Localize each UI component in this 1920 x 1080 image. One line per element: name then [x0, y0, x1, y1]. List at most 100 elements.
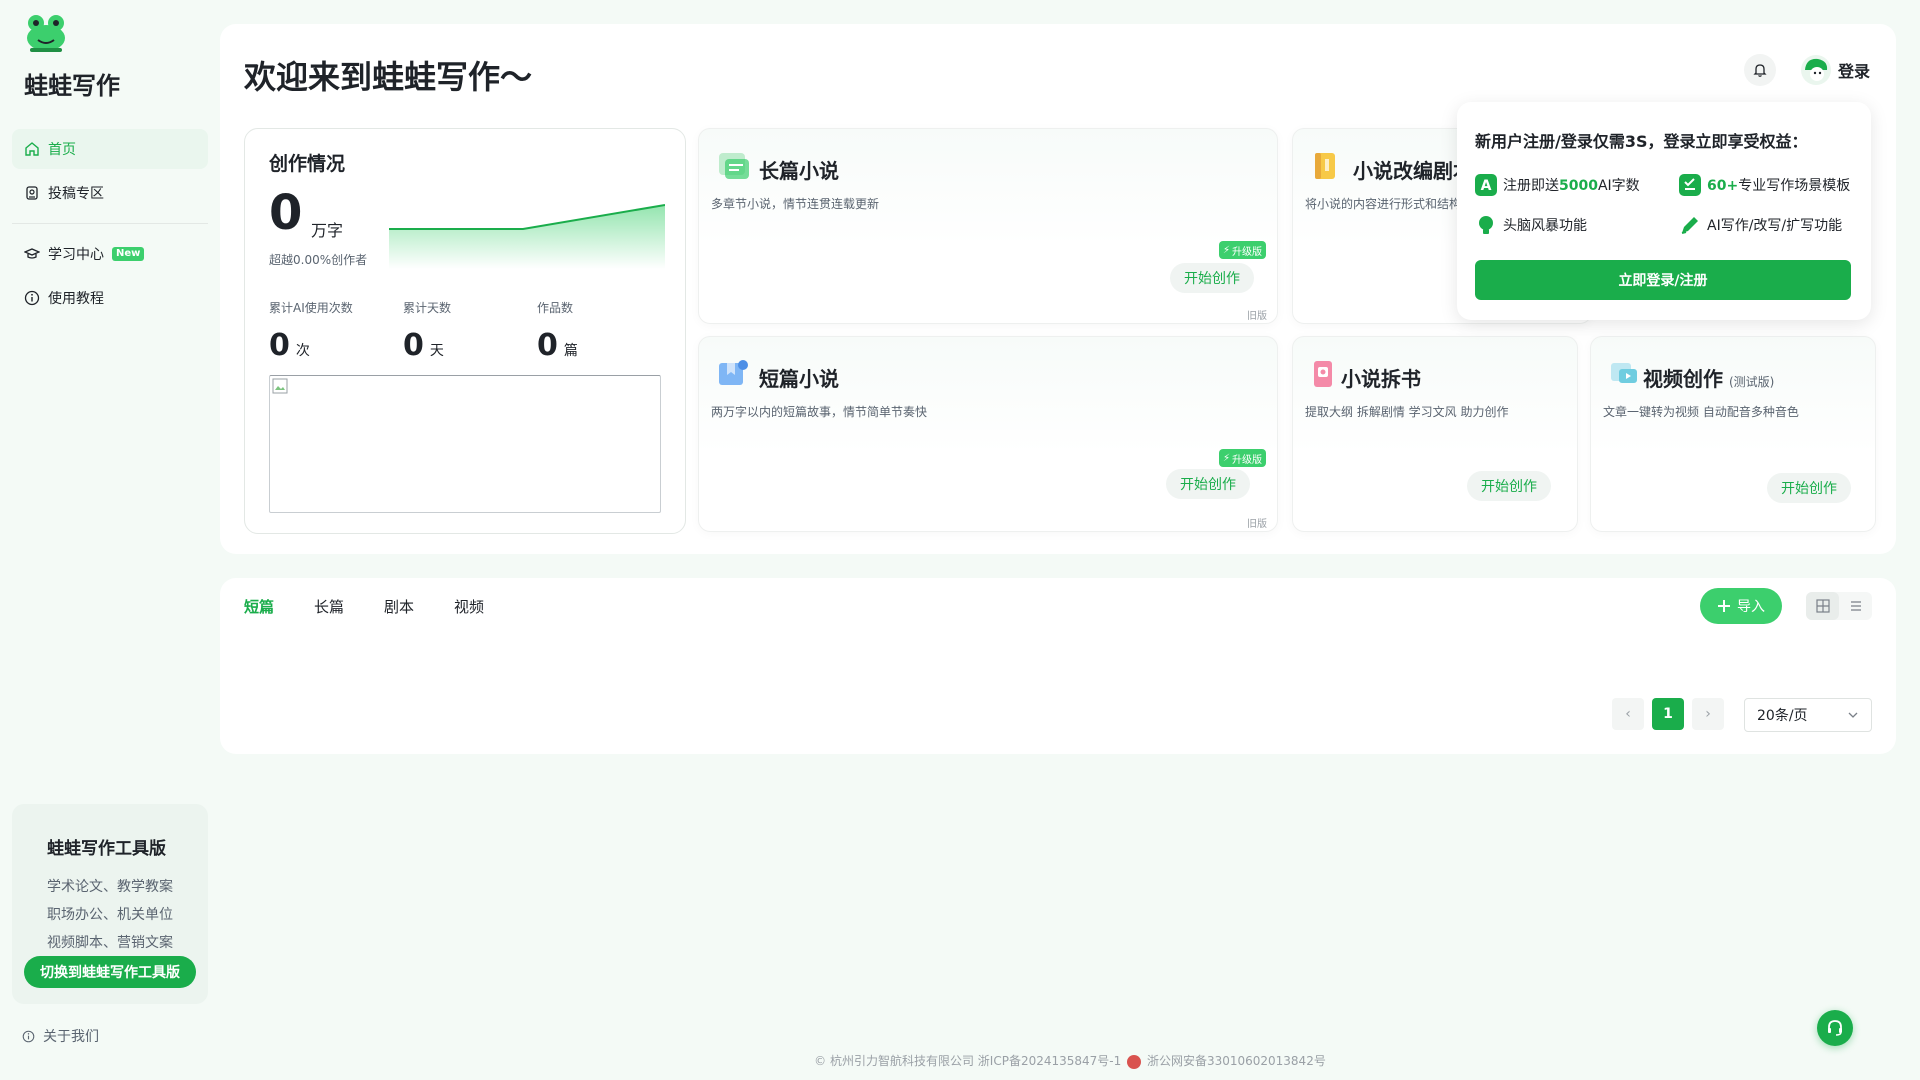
card-title: 小说改编剧本 — [1353, 159, 1473, 183]
page-number-button[interactable]: 1 — [1652, 698, 1684, 730]
police-badge-icon — [1127, 1054, 1142, 1069]
upgrade-badge-label: 升级版 — [1232, 246, 1263, 258]
login-register-button[interactable]: 立即登录/注册 — [1475, 260, 1851, 300]
popup-title: 新用户注册/登录仅需3S，登录立即享受权益： — [1475, 132, 1808, 151]
avatar — [1801, 55, 1831, 85]
login-area[interactable]: 登录 — [1800, 54, 1870, 86]
submit-icon — [26, 186, 38, 200]
long-novel-icon — [719, 153, 749, 179]
start-short-novel-button[interactable]: 开始创作 — [1166, 469, 1250, 499]
bell-icon — [1753, 64, 1767, 77]
prev-page-button[interactable]: ‹ — [1612, 698, 1644, 730]
old-version-link[interactable]: 旧版 — [1247, 307, 1267, 322]
perk-text: 注册即送 — [1503, 178, 1559, 194]
card-title: 短篇小说 — [759, 367, 839, 391]
tab-long[interactable]: 长篇 — [314, 596, 344, 617]
next-page-button[interactable]: › — [1692, 698, 1724, 730]
card-title-text: 视频创作 — [1643, 367, 1723, 391]
total-words: 0 — [269, 185, 303, 241]
metric-label: 作品数 — [537, 301, 574, 315]
footer-company: © 杭州引力智航科技有限公司 浙ICP备2024135847号-1 — [814, 1054, 1122, 1068]
frog-logo-icon[interactable] — [24, 14, 68, 58]
tab-video[interactable]: 视频 — [454, 596, 484, 617]
graduation-cap-icon — [24, 248, 40, 259]
start-long-novel-button[interactable]: 开始创作 — [1170, 263, 1254, 293]
new-badge: New — [112, 247, 145, 261]
card-desc: 将小说的内容进行形式和结构 — [1305, 197, 1462, 211]
customer-service-button[interactable] — [1817, 1010, 1853, 1046]
perk-ai-writing: AI写作/改写/扩写功能 — [1679, 214, 1842, 236]
bolt-icon: ⚡ — [1223, 452, 1231, 464]
upgrade-badge-label: 升级版 — [1232, 454, 1263, 466]
template-icon — [1679, 174, 1701, 196]
tab-short[interactable]: 短篇 — [244, 596, 274, 617]
footer-police[interactable]: 浙公网安备33010602013842号 — [1147, 1054, 1326, 1068]
grid-view-button[interactable] — [1806, 592, 1839, 620]
card-book-breakdown[interactable]: 小说拆书 提取大纲 拆解剧情 学习文风 助力创作 开始创作 — [1292, 336, 1578, 532]
perk-text: 专业写作场景模板 — [1738, 178, 1851, 194]
card-title: 长篇小说 — [759, 159, 839, 183]
tool-card-line: 学术论文、教学教案 — [47, 879, 173, 895]
svg-text:A: A — [1481, 178, 1492, 194]
tool-card-line: 职场办公、机关单位 — [47, 907, 173, 923]
sidebar-item-label: 学习中心 — [48, 247, 104, 263]
grid-icon — [1815, 599, 1830, 613]
metric-unit: 天 — [429, 343, 444, 359]
card-short-novel[interactable]: 短篇小说 两万字以内的短篇故事，情节简单节奏快 ⚡ 升级版 开始创作 旧版 — [698, 336, 1278, 532]
perk-highlight: 5000 — [1559, 178, 1598, 194]
metric-label: 累计AI使用次数 — [269, 301, 353, 315]
trend-sparkline — [389, 204, 665, 269]
info-icon — [22, 1030, 35, 1042]
notification-bell-button[interactable] — [1744, 54, 1776, 86]
switch-tool-version-button[interactable]: 切换到蛙蛙写作工具版 — [24, 956, 196, 988]
tool-card-title: 蛙蛙写作工具版 — [47, 839, 166, 859]
sidebar-item-tutorial[interactable]: 使用教程 — [12, 278, 208, 318]
works-tabs: 短篇 长篇 剧本 视频 — [244, 596, 524, 617]
headset-icon — [1828, 1020, 1842, 1036]
works-panel: 短篇 长篇 剧本 视频 导入 ‹ 1 › 20条/页 — [220, 578, 1896, 754]
metric-unit: 次 — [295, 343, 310, 359]
login-label[interactable]: 登录 — [1838, 58, 1870, 82]
beta-tag: (测试版) — [1729, 375, 1775, 389]
card-desc: 多章节小说，情节连贯连载更新 — [711, 197, 880, 211]
stats-title: 创作情况 — [269, 153, 346, 175]
exceed-percent: 超越0.00%创作者 — [269, 253, 368, 267]
start-video-button[interactable]: 开始创作 — [1767, 473, 1851, 503]
metric-ai-uses: 累计AI使用次数 0次 — [269, 299, 353, 363]
video-creation-icon — [1611, 363, 1637, 383]
about-us-link[interactable]: 关于我们 — [22, 1026, 99, 1046]
sidebar-item-label: 使用教程 — [48, 291, 104, 307]
card-title: 视频创作 (测试版) — [1643, 363, 1774, 392]
page-size-select[interactable]: 20条/页 — [1744, 698, 1872, 732]
card-desc: 提取大纲 拆解剧情 学习文风 助力创作 — [1305, 405, 1509, 419]
broken-image-icon — [272, 378, 288, 394]
old-version-link[interactable]: 旧版 — [1247, 515, 1267, 530]
upgrade-badge: ⚡ 升级版 — [1219, 449, 1267, 467]
import-label: 导入 — [1737, 599, 1765, 615]
list-view-button[interactable] — [1839, 592, 1872, 620]
tool-version-card: 蛙蛙写作工具版 学术论文、教学教案 职场办公、机关单位 视频脚本、营销文案 切换… — [12, 804, 208, 1004]
sidebar-item-home[interactable]: 首页 — [12, 129, 208, 169]
card-video-creation[interactable]: 视频创作 (测试版) 文章一键转为视频 自动配音多种音色 开始创作 — [1590, 336, 1876, 532]
import-button[interactable]: 导入 — [1700, 588, 1782, 624]
app-name: 蛙蛙写作 — [24, 72, 120, 100]
chevron-down-icon — [1848, 712, 1858, 718]
home-icon — [25, 142, 39, 156]
upgrade-badge: ⚡ 升级版 — [1219, 241, 1267, 259]
letter-a-icon: A — [1475, 174, 1497, 196]
page-size-value: 20条/页 — [1757, 708, 1808, 724]
start-breakdown-button[interactable]: 开始创作 — [1467, 471, 1551, 501]
card-long-novel[interactable]: 长篇小说 多章节小说，情节连贯连载更新 ⚡ 升级版 开始创作 旧版 — [698, 128, 1278, 324]
sidebar: 蛙蛙写作 首页 投稿专区 学习中心 New 使用教程 蛙蛙写作工具版 学术论文、… — [0, 0, 220, 1080]
perk-templates: 60+专业写作场景模板 — [1679, 174, 1850, 196]
tool-card-line: 视频脚本、营销文案 — [47, 935, 173, 951]
chevron-left-icon: ‹ — [1625, 706, 1631, 722]
creation-stats-card: 创作情况 0 万字 超越0.00%创作者 累计AI使用次数 0次 累计天数 0天… — [244, 128, 686, 534]
sidebar-item-submit[interactable]: 投稿专区 — [12, 173, 208, 213]
tab-script[interactable]: 剧本 — [384, 596, 414, 617]
metric-value: 0 — [537, 328, 558, 363]
chevron-right-icon: › — [1705, 706, 1711, 722]
book-breakdown-icon — [1314, 361, 1332, 387]
perk-free-words: A 注册即送5000AI字数 — [1475, 174, 1640, 196]
sidebar-item-learning[interactable]: 学习中心 New — [12, 234, 208, 274]
